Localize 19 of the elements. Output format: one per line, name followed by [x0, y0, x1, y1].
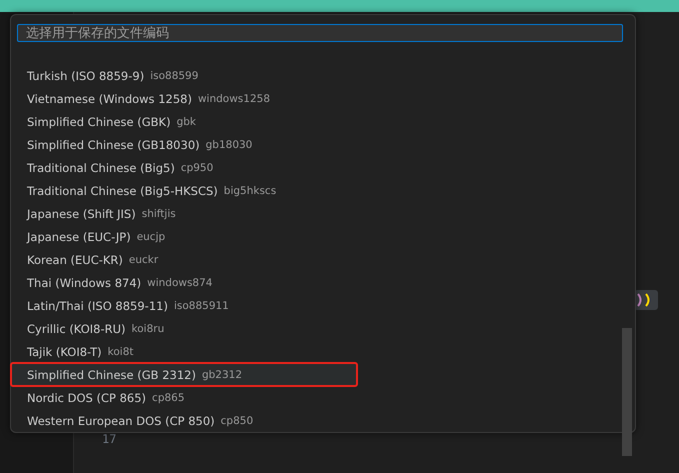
- line-number: 17: [102, 432, 116, 446]
- search-field[interactable]: 选择用于保存的文件编码: [17, 24, 623, 42]
- encoding-option[interactable]: Turkish (ISO 8859-9) iso88599: [11, 64, 621, 87]
- encoding-option[interactable]: Simplified Chinese (GB 2312) gb2312: [11, 363, 357, 386]
- encoding-option[interactable]: Nordic DOS (CP 865) cp865: [11, 386, 621, 409]
- encoding-option[interactable]: Korean (EUC-KR) euckr: [11, 248, 621, 271]
- encoding-option[interactable]: Cyrillic (KOI8-RU) koi8ru: [11, 317, 621, 340]
- encoding-option[interactable]: Traditional Chinese (Big5-HKSCS) big5hkscs: [11, 179, 621, 202]
- encoding-option[interactable]: Traditional Chinese (Big5) cp950: [11, 156, 621, 179]
- encoding-option[interactable]: Thai (Windows 874) windows874: [11, 271, 621, 294]
- encoding-option[interactable]: Simplified Chinese (GB18030) gb18030: [11, 133, 621, 156]
- encoding-option[interactable]: Japanese (EUC-JP) eucjp: [11, 225, 621, 248]
- encoding-option[interactable]: Japanese (Shift JIS) shiftjis: [11, 202, 621, 225]
- encoding-option[interactable]: Simplified Chinese (GBK) gbk: [11, 110, 621, 133]
- scrollbar[interactable]: [622, 328, 632, 456]
- encoding-option[interactable]: Latin/Thai (ISO 8859-11) iso885911: [11, 294, 621, 317]
- encoding-option[interactable]: Vietnamese (Windows 1258) windows1258: [11, 87, 621, 110]
- encoding-option[interactable]: Tajik (KOI8-T) koi8t: [11, 340, 621, 363]
- encoding-option[interactable]: Western European DOS (CP 850) cp850: [11, 409, 621, 432]
